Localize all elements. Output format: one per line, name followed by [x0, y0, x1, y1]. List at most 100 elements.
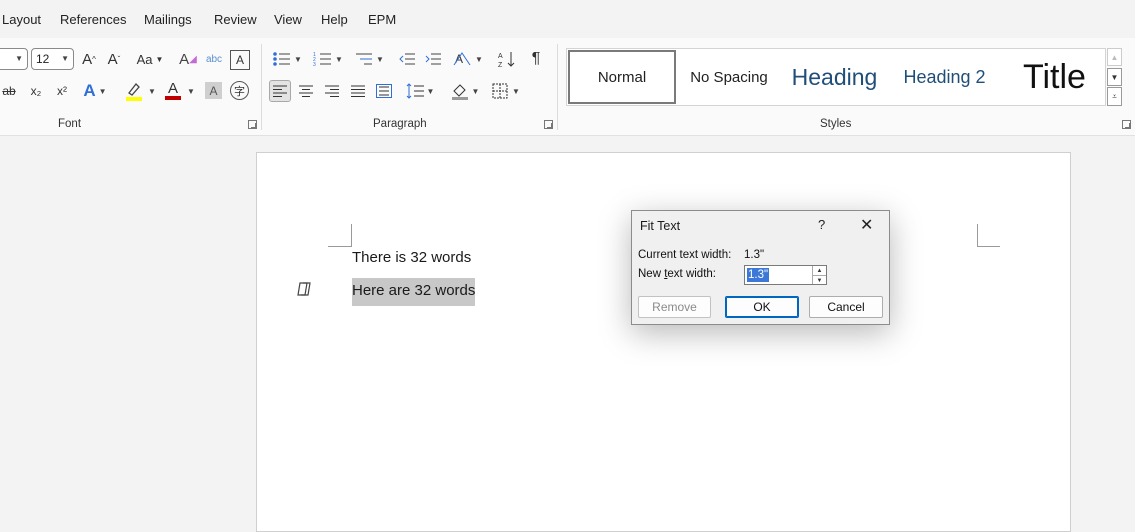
help-icon[interactable]: ? — [818, 217, 825, 232]
cancel-button[interactable]: Cancel — [809, 296, 883, 318]
tab-review[interactable]: Review — [214, 12, 257, 27]
svg-text:3: 3 — [313, 62, 316, 67]
align-right-icon[interactable] — [321, 80, 343, 102]
style-heading-label: Heading — [791, 63, 878, 90]
menu-bar: Layout References Mailings Review View H… — [0, 0, 1135, 38]
pilcrow-glyph: ¶ — [531, 50, 541, 67]
gallery-scroll-up-icon[interactable]: ▲ — [1107, 48, 1122, 66]
shading-icon[interactable]: ▼ — [448, 80, 482, 102]
margin-corner-right — [977, 224, 1000, 247]
close-icon[interactable]: ✕ — [860, 215, 873, 235]
remove-button[interactable]: Remove — [638, 296, 711, 318]
new-width-label: New text width: — [638, 268, 716, 280]
superscript-label: x² — [57, 84, 67, 98]
style-normal-label: Normal — [597, 68, 647, 86]
align-left-icon[interactable] — [269, 80, 291, 102]
ribbon: ▼ 12 ▼ A ^ Aˇ Aa ▼ A ◢ abc A ab x₂ x² A ▼ ▼ A… — [0, 38, 1135, 136]
font-color-letter: A — [168, 80, 179, 97]
text-effects-icon[interactable]: A ▼ — [80, 80, 110, 102]
dialog-title: Fit Text — [640, 219, 681, 233]
show-formatting-marks-icon[interactable]: ¶ — [526, 48, 546, 70]
current-width-value: 1.3" — [744, 249, 765, 261]
enclose-characters-icon[interactable]: 字 — [230, 81, 249, 100]
character-shading-icon[interactable]: A — [205, 82, 222, 99]
svg-text:Z: Z — [498, 62, 503, 68]
character-border-icon[interactable]: A — [230, 50, 250, 70]
tab-layout[interactable]: Layout — [2, 12, 41, 27]
svg-text:A: A — [498, 53, 503, 60]
font-color-swatch — [165, 96, 182, 100]
asian-layout-icon[interactable]: A ▼ — [451, 48, 485, 70]
font-group-label: Font — [58, 118, 82, 130]
style-title-label: Title — [1023, 57, 1086, 96]
subscript-label: x₂ — [30, 84, 42, 98]
new-width-input[interactable]: 1.3" — [747, 268, 770, 282]
document-line-2[interactable]: Here are 32 words — [352, 278, 476, 306]
font-dialog-launcher-icon[interactable] — [248, 120, 257, 129]
spinner-arrows: ▲ ▼ — [812, 266, 826, 284]
tab-view[interactable]: View — [274, 12, 302, 27]
clear-formatting-icon[interactable]: A ◢ — [178, 48, 198, 70]
justify-icon[interactable] — [347, 80, 369, 102]
style-heading-2[interactable]: Heading 2 — [892, 49, 997, 105]
font-name-combo[interactable]: ▼ — [0, 48, 28, 70]
font-size-value: 12 — [36, 52, 50, 66]
align-center-icon[interactable] — [295, 80, 317, 102]
font-separator — [261, 44, 262, 130]
increase-indent-icon[interactable] — [423, 48, 443, 70]
style-title[interactable]: Title — [1002, 49, 1107, 105]
tab-epm[interactable]: EPM — [368, 12, 396, 27]
strike-label: ab — [2, 84, 16, 98]
margin-corner-left — [328, 224, 352, 247]
text-effects-letter: A — [83, 81, 96, 100]
bullets-icon[interactable]: ▼ — [270, 48, 304, 70]
styles-group-label: Styles — [820, 118, 852, 130]
document-page[interactable] — [256, 152, 1071, 532]
new-width-label-pre: New — [638, 268, 665, 280]
line-spacing-icon[interactable]: ▼ — [403, 80, 437, 102]
spin-up-icon[interactable]: ▲ — [813, 266, 826, 276]
new-width-label-post: ext width: — [667, 268, 716, 280]
spin-down-icon[interactable]: ▼ — [813, 276, 826, 285]
style-no-spacing[interactable]: No Spacing — [679, 49, 779, 105]
superscript-icon[interactable]: x² — [53, 80, 71, 102]
decrease-indent-icon[interactable] — [397, 48, 417, 70]
paragraph-dialog-launcher-icon[interactable] — [544, 120, 553, 129]
phonetic-abc: abc — [205, 53, 223, 65]
highlight-color-icon[interactable]: ▼ — [122, 80, 158, 102]
tab-mailings[interactable]: Mailings — [144, 12, 192, 27]
document-line-1[interactable]: There is 32 words — [352, 249, 471, 266]
style-heading[interactable]: Heading — [782, 49, 887, 105]
tab-help[interactable]: Help — [321, 12, 348, 27]
shading-letter: A — [209, 83, 218, 98]
multilevel-list-icon[interactable]: ▼ — [352, 48, 386, 70]
gallery-more-icon[interactable]: ⩡ — [1107, 87, 1122, 106]
sort-icon[interactable]: AZ — [496, 48, 518, 70]
shrink-font-icon[interactable]: Aˇ — [105, 48, 123, 70]
ok-button[interactable]: OK — [725, 296, 799, 318]
font-color-icon[interactable]: A ▼ — [163, 80, 197, 102]
borders-icon[interactable]: ▼ — [489, 80, 523, 102]
paragraph-separator — [557, 44, 558, 130]
font-size-combo[interactable]: 12 ▼ — [31, 48, 74, 70]
style-no-spacing-label: No Spacing — [690, 68, 768, 86]
new-width-spinner[interactable]: 1.3" ▲ ▼ — [744, 265, 827, 285]
style-normal[interactable]: Normal — [568, 50, 676, 104]
copilot-icon[interactable] — [294, 280, 314, 298]
styles-gallery: Normal No Spacing Heading Heading 2 Titl… — [566, 48, 1106, 106]
style-heading-2-label: Heading 2 — [903, 66, 986, 87]
selected-text[interactable]: Here are 32 words — [352, 278, 476, 306]
tab-references[interactable]: References — [60, 12, 126, 27]
current-width-label: Current text width: — [638, 249, 732, 261]
gallery-scroll-down-icon[interactable]: ▼ — [1107, 68, 1122, 86]
styles-dialog-launcher-icon[interactable] — [1122, 120, 1131, 129]
phonetic-guide-icon[interactable]: abc — [203, 48, 225, 70]
subscript-icon[interactable]: x₂ — [27, 80, 45, 102]
clear-format-letter: A — [179, 50, 190, 68]
change-case-label: Aa — [136, 51, 153, 67]
strikethrough-icon[interactable]: ab — [0, 80, 18, 102]
numbering-icon[interactable]: 123 ▼ — [311, 48, 345, 70]
grow-font-icon[interactable]: A ^ — [80, 48, 98, 70]
change-case-icon[interactable]: Aa ▼ — [134, 48, 166, 70]
distributed-icon[interactable] — [373, 80, 395, 102]
